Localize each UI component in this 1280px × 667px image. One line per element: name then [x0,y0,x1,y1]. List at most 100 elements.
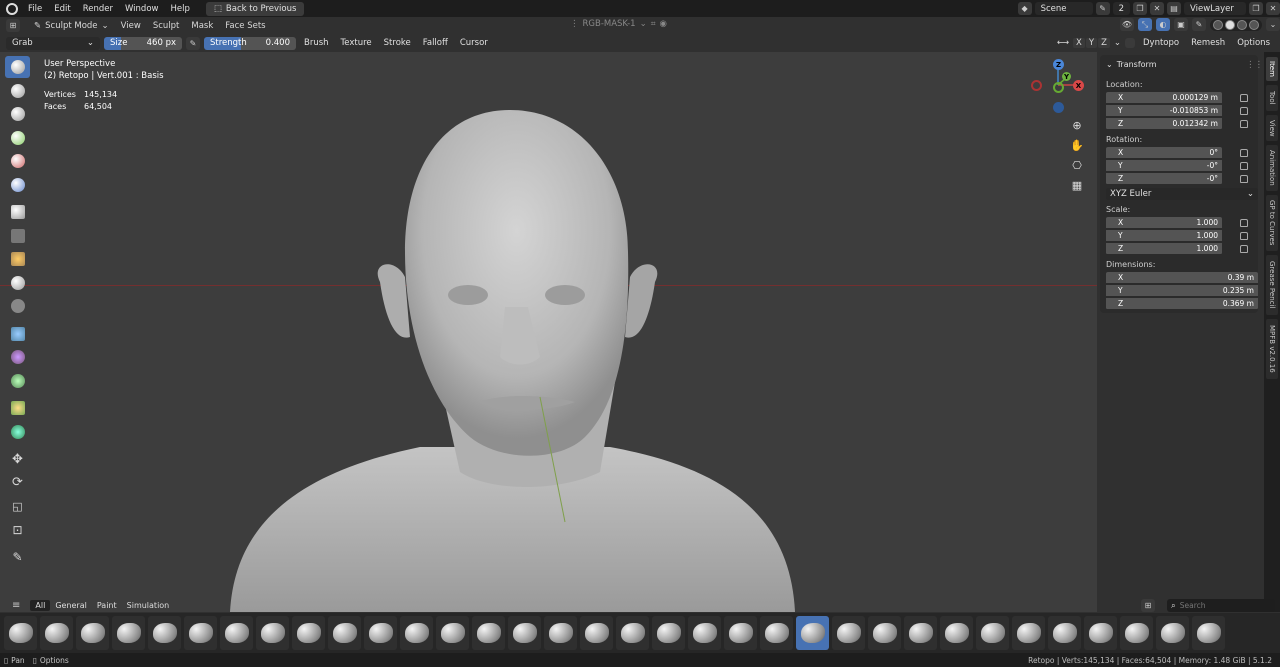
chevron-down-icon[interactable]: ⌄ [1114,38,1121,48]
tool-box-hide[interactable] [5,225,30,247]
tab-gp-to-curves[interactable]: GP to Curves [1266,195,1278,251]
eyedropper-icon[interactable]: ✎ [1192,18,1206,31]
tool-mask[interactable] [5,150,30,172]
lock-icon[interactable] [1240,94,1248,102]
mode-selector[interactable]: ✎ Sculpt Mode ⌄ [28,21,115,31]
brush-asset[interactable] [1012,616,1045,650]
lock-icon[interactable] [1240,107,1248,115]
brush-asset[interactable] [76,616,109,650]
shelf-tab-simulation[interactable]: Simulation [122,600,175,611]
options-menu[interactable]: Options [1233,38,1274,48]
symmetry-z-toggle[interactable]: Z [1098,38,1110,48]
gizmo-x-axis[interactable]: X [1073,80,1084,91]
lock-icon[interactable] [1240,162,1248,170]
tab-grease-pencil[interactable]: Grease Pencil [1266,255,1278,315]
menu-window[interactable]: Window [119,4,165,14]
gizmo-z-axis[interactable]: Z [1053,59,1064,70]
lock-icon[interactable] [1240,149,1248,157]
menu-texture[interactable]: Texture [337,38,376,48]
lock-icon[interactable] [1240,245,1248,253]
view-layer-icon[interactable]: ▤ [1167,2,1181,15]
gizmo-neg-z-axis[interactable] [1053,102,1064,113]
scene-field[interactable]: Scene [1034,2,1093,15]
rendered-shading-icon[interactable] [1249,19,1259,30]
symmetry-y-toggle[interactable]: Y [1085,38,1098,48]
shelf-search-box[interactable]: ⌕ [1167,599,1275,612]
brush-asset[interactable] [148,616,181,650]
brush-asset[interactable] [220,616,253,650]
back-to-previous-button[interactable]: ⬚ Back to Previous [205,1,305,16]
menu-cursor[interactable]: Cursor [456,38,492,48]
scene-user-count[interactable]: 2 [1112,2,1130,15]
lock-icon[interactable] [1240,120,1248,128]
tool-box-face-set[interactable] [5,248,30,270]
tab-view[interactable]: View [1266,115,1278,141]
pan-hand-icon[interactable]: ✋ [1068,136,1086,154]
brush-asset[interactable] [760,616,793,650]
color-attribute-selector[interactable]: ⋮ RGB-MASK-1 ⌄ ⌗ ◉ [570,19,667,29]
brush-asset[interactable] [364,616,397,650]
brush-asset[interactable] [1084,616,1117,650]
pressure-size-icon[interactable]: ✎ [186,36,200,50]
delete-scene-icon[interactable]: ✕ [1150,2,1164,15]
visibility-icon[interactable]: 👁 [1120,18,1134,31]
tool-paint[interactable] [5,80,30,102]
material-shading-icon[interactable] [1237,19,1247,30]
menu-file[interactable]: File [22,4,48,14]
rotation-z-field[interactable]: Z -0° [1106,173,1222,185]
remesh-menu[interactable]: Remesh [1187,38,1229,48]
tool-box-mask[interactable] [5,201,30,223]
scale-x-field[interactable]: X 1.000 [1106,217,1222,229]
brush-asset[interactable] [472,616,505,650]
brush-asset[interactable] [400,616,433,650]
brush-asset[interactable] [40,616,73,650]
tool-box-trim[interactable] [5,272,30,294]
camera-view-icon[interactable]: ⎔ [1068,156,1086,174]
brush-asset[interactable] [1120,616,1153,650]
snapping-icon[interactable]: ⌗ [651,19,656,29]
tab-animation[interactable]: Animation [1266,145,1278,191]
brush-asset[interactable] [328,616,361,650]
menu-help[interactable]: Help [164,4,195,14]
brush-selector[interactable]: Grab ⌄ [6,36,100,50]
tool-transform[interactable]: ⊡ [5,519,30,541]
brush-asset[interactable] [868,616,901,650]
gizmo-neg-x-axis[interactable] [1031,80,1042,91]
brush-asset[interactable] [436,616,469,650]
blender-logo-icon[interactable] [6,2,18,15]
size-slider[interactable]: Size 460 px [104,36,182,50]
strength-slider[interactable]: Strength 0.400 [204,36,296,50]
tool-move[interactable]: ✥ [5,448,30,470]
menu-falloff[interactable]: Falloff [419,38,452,48]
gizmo-neg-y-axis[interactable] [1053,82,1064,93]
tab-mpfb[interactable]: MPFB v2.0.16 [1266,319,1278,379]
gizmo-toggle-icon[interactable]: ⤡ [1138,18,1152,31]
brush-asset[interactable] [544,616,577,650]
overlay-toggle-icon[interactable]: ◐ [1156,18,1170,31]
dimensions-z-field[interactable]: Z 0.369 m [1106,298,1258,310]
tool-scale[interactable]: ◱ [5,495,30,517]
menu-face-sets[interactable]: Face Sets [219,21,271,31]
scene-type-icon[interactable]: ◆ [1017,2,1032,15]
brush-asset[interactable] [940,616,973,650]
pin-scene-icon[interactable]: ✎ [1095,2,1110,15]
transform-panel-header[interactable]: ⌄ Transform [1106,60,1157,69]
symmetry-icon[interactable]: ⟷ [1057,38,1069,48]
shelf-tab-all[interactable]: All [30,600,51,611]
display-options-icon[interactable]: ⊞ [1141,599,1155,612]
menu-edit[interactable]: Edit [48,4,76,14]
remove-view-layer-icon[interactable]: ✕ [1266,2,1280,15]
xray-toggle-icon[interactable]: ▣ [1174,18,1188,31]
3d-viewport[interactable]: User Perspective (2) Retopo | Vert.001 :… [0,52,1097,612]
view-layer-field[interactable]: ViewLayer [1184,2,1246,15]
brush-asset-grab-selected[interactable] [796,616,829,650]
lock-icon[interactable] [1240,232,1248,240]
gizmo-y-axis[interactable]: Y [1062,72,1071,81]
shelf-tab-general[interactable]: General [50,600,92,611]
tool-edit-face-set[interactable] [5,397,30,419]
brush-asset[interactable] [112,616,145,650]
brush-asset[interactable] [1048,616,1081,650]
drag-handle-icon[interactable]: ⋮⋮ [1246,60,1263,70]
rotation-y-field[interactable]: Y -0° [1106,160,1222,172]
tool-draw-face-sets[interactable] [5,174,30,196]
